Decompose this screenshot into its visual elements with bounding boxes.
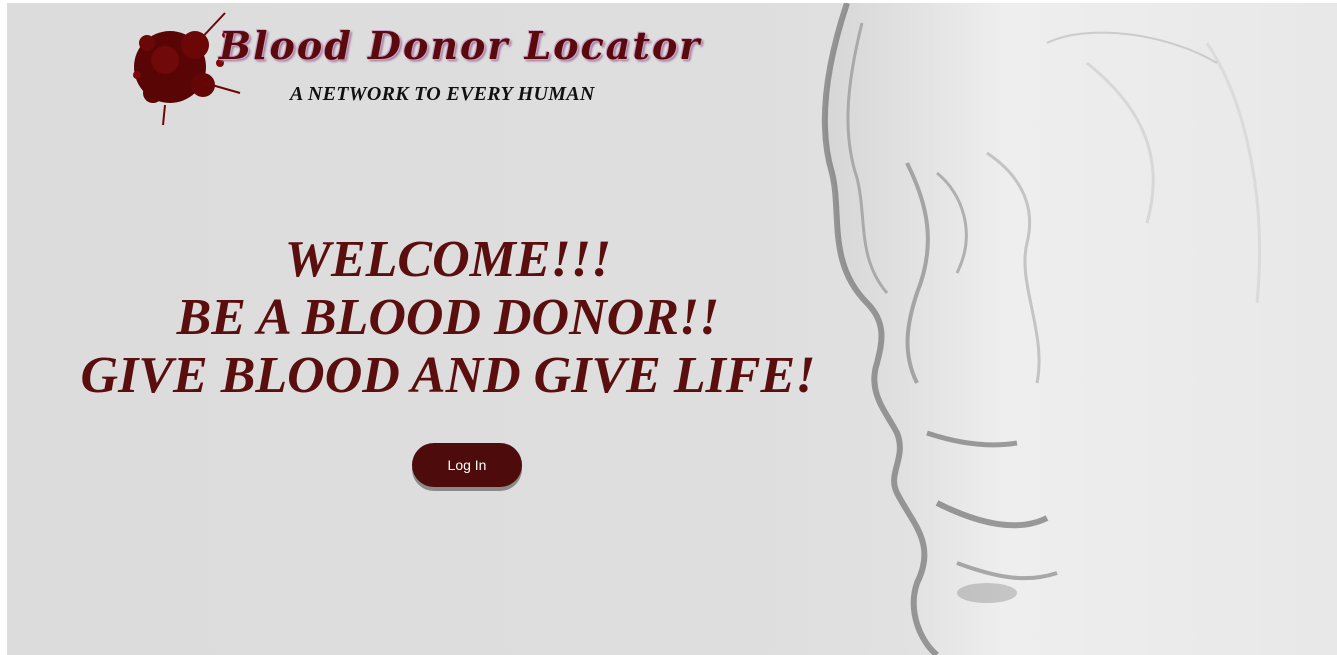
page-canvas: Blood Donor Locator A NETWORK TO EVERY H… bbox=[7, 3, 1337, 655]
login-button[interactable]: Log In bbox=[412, 443, 522, 487]
welcome-line: WELCOME!!! bbox=[284, 231, 612, 288]
welcome-message: WELCOME!!! BE A BLOOD DONOR!! GIVE BLOOD… bbox=[7, 231, 889, 405]
give-life-line: GIVE BLOOD AND GIVE LIFE! bbox=[80, 347, 816, 404]
brand-title: Blood Donor Locator bbox=[219, 23, 702, 68]
donor-call-line: BE A BLOOD DONOR!! bbox=[176, 289, 720, 346]
brand-tagline: A NETWORK TO EVERY HUMAN bbox=[290, 83, 595, 105]
